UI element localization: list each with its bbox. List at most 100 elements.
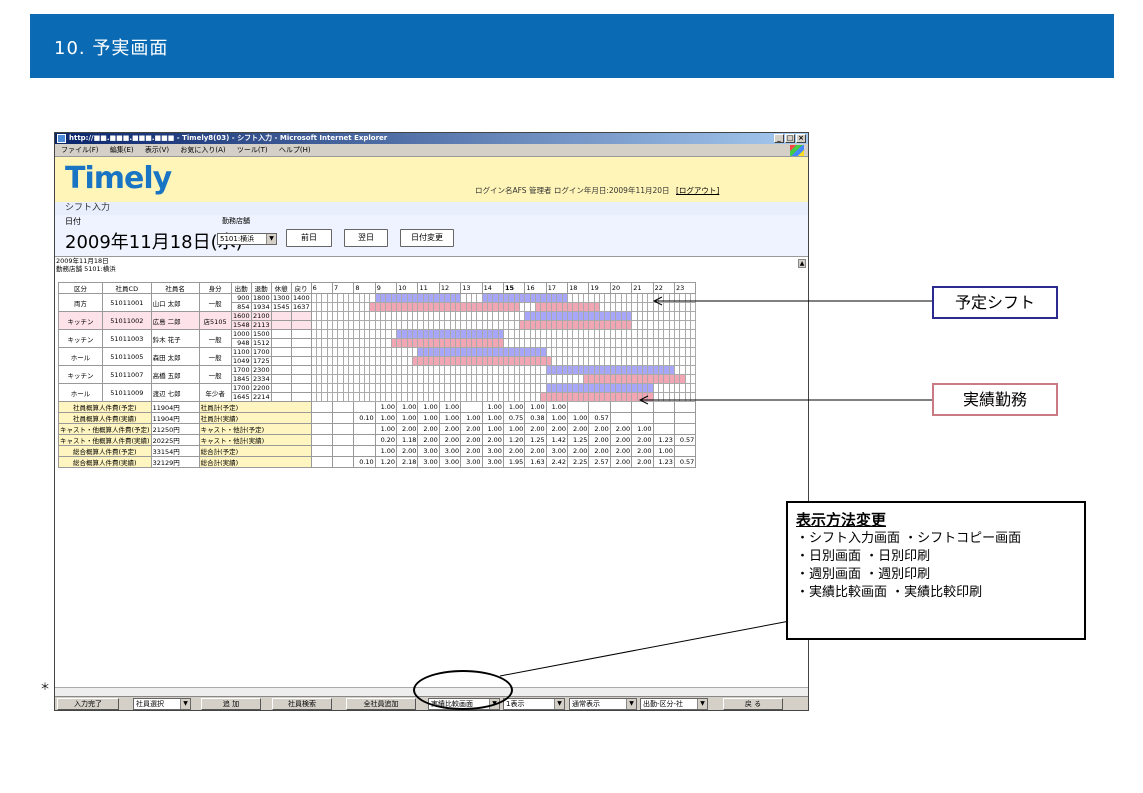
plan-shift-cell[interactable]	[689, 383, 697, 393]
table-row[interactable]: 両方 51011001 山口 太郎 一般 900 1800 1300 1400	[57, 293, 697, 312]
cell-cd: 51011001	[102, 293, 152, 312]
menu-help[interactable]: ヘルプ(H)	[279, 146, 311, 154]
time-cell[interactable]: 854	[230, 302, 252, 312]
time-cell[interactable]	[270, 338, 292, 348]
table-row[interactable]: ホール 51011005 森田 太郎 一般 1100 1700	[57, 347, 697, 366]
time-cell[interactable]	[290, 311, 312, 321]
actual-shift-cell[interactable]	[689, 320, 697, 330]
time-cell[interactable]: 1545	[270, 302, 292, 312]
time-cell[interactable]	[290, 392, 312, 402]
time-cell[interactable]: 1700	[230, 383, 252, 393]
time-cell[interactable]	[270, 383, 292, 393]
time-cell[interactable]	[290, 347, 312, 357]
actual-shift-cell[interactable]	[689, 338, 697, 348]
employee-select[interactable]: 社員選択 ▼	[133, 698, 191, 710]
time-cell[interactable]: 1400	[290, 293, 312, 303]
menu-tools[interactable]: ツール(T)	[237, 146, 268, 154]
time-cell[interactable]	[290, 374, 312, 384]
summary-row: 社員概算人件費(実績) 11904円 社員計(実績) 0.10 1.00 1.00 1.00…	[58, 412, 697, 424]
time-cell[interactable]	[270, 365, 292, 375]
time-cell[interactable]: 2300	[250, 365, 272, 375]
add-all-employees-button[interactable]: 全社員追加	[346, 698, 416, 710]
menu-view[interactable]: 表示(V)	[145, 146, 169, 154]
time-cell[interactable]: 1300	[270, 293, 292, 303]
hour-total-cell: 2.00	[631, 456, 654, 468]
time-cell[interactable]	[290, 338, 312, 348]
actual-shift-cell[interactable]	[689, 302, 697, 312]
time-cell[interactable]	[270, 374, 292, 384]
normal-display-select[interactable]: 通常表示 ▼	[569, 698, 637, 710]
time-cell[interactable]: 1100	[230, 347, 252, 357]
time-cell[interactable]: 1637	[290, 302, 312, 312]
time-cell[interactable]: 2214	[250, 392, 272, 402]
plan-shift-cell[interactable]	[689, 293, 697, 303]
plan-shift-cell[interactable]	[689, 347, 697, 357]
time-cell[interactable]: 1645	[230, 392, 252, 402]
time-cell[interactable]	[270, 356, 292, 366]
summary-value: 20225円	[150, 434, 200, 446]
scroll-up-button[interactable]: ▲	[798, 259, 806, 268]
close-button[interactable]: ×	[796, 134, 806, 143]
time-cell[interactable]: 2200	[250, 383, 272, 393]
hour-total-cell	[310, 423, 333, 435]
hour-total-cell: 1.00	[545, 401, 569, 413]
time-cell[interactable]: 1548	[230, 320, 252, 330]
time-cell[interactable]	[270, 329, 292, 339]
prev-day-button[interactable]: 前日	[286, 229, 332, 247]
minimize-button[interactable]: _	[774, 134, 784, 143]
back-button[interactable]: 戻 る	[723, 698, 783, 710]
time-cell[interactable]: 2113	[250, 320, 272, 330]
time-cell[interactable]	[270, 320, 292, 330]
employee-search-button[interactable]: 社員検索	[272, 698, 332, 710]
login-info: ログイン名AFS 管理者 ログイン年月日:2009年11月20日 [ログアウト]	[475, 185, 719, 196]
time-cell[interactable]: 1000	[230, 329, 252, 339]
time-cell[interactable]	[290, 329, 312, 339]
plan-shift-cell[interactable]	[689, 365, 697, 375]
next-day-button[interactable]: 翌日	[344, 229, 388, 247]
time-cell[interactable]: 1049	[230, 356, 252, 366]
time-cell[interactable]: 1512	[250, 338, 272, 348]
time-cell[interactable]	[290, 320, 312, 330]
table-row[interactable]: ホール 51011009 渡辺 七郎 年少者 1700 2200	[57, 383, 697, 402]
table-row[interactable]: キッチン 51011007 高橋 五郎 一般 1700 2300	[57, 365, 697, 384]
actual-shift-cell[interactable]	[689, 356, 697, 366]
time-cell[interactable]: 1500	[250, 329, 272, 339]
change-date-button[interactable]: 日付変更	[400, 229, 454, 247]
store-select[interactable]: 5101:横浜 ▼	[217, 233, 277, 245]
time-cell[interactable]	[290, 365, 312, 375]
time-cell[interactable]: 1700	[250, 347, 272, 357]
table-row[interactable]: キッチン 51011002 広島 二郎 店5105 1600 2100	[57, 311, 697, 330]
time-cell[interactable]	[290, 383, 312, 393]
time-cell[interactable]: 1725	[250, 356, 272, 366]
plan-shift-cell[interactable]	[689, 329, 697, 339]
hour-total-cell	[353, 401, 376, 413]
time-cell[interactable]: 1845	[230, 374, 252, 384]
time-cell[interactable]: 1800	[250, 293, 272, 303]
time-cell[interactable]: 900	[230, 293, 252, 303]
cell-name: 山口 太郎	[150, 293, 200, 312]
add-button[interactable]: 追 加	[201, 698, 261, 710]
actual-shift-cell[interactable]	[689, 374, 697, 384]
time-cell[interactable]: 948	[230, 338, 252, 348]
menu-file[interactable]: ファイル(F)	[61, 146, 99, 154]
plan-shift-cell[interactable]	[689, 311, 697, 321]
display-count-select[interactable]: 1表示 ▼	[503, 698, 565, 710]
time-cell[interactable]: 1700	[230, 365, 252, 375]
time-cell[interactable]	[270, 392, 292, 402]
actual-shift-cell[interactable]	[689, 392, 697, 402]
logout-link[interactable]: [ログアウト]	[676, 186, 719, 195]
time-cell[interactable]: 2334	[250, 374, 272, 384]
table-row[interactable]: キッチン 51011003 鈴木 花子 一般 1000 1500	[57, 329, 697, 348]
input-done-button[interactable]: 入力完了	[57, 698, 119, 710]
time-cell[interactable]	[270, 347, 292, 357]
hour-header: 7	[331, 282, 355, 294]
menu-edit[interactable]: 編集(E)	[110, 146, 134, 154]
time-cell[interactable]	[270, 311, 292, 321]
time-cell[interactable]	[290, 356, 312, 366]
time-cell[interactable]: 1934	[250, 302, 272, 312]
sort-select[interactable]: 出勤-区分-社 ▼	[640, 698, 708, 710]
time-cell[interactable]: 2100	[250, 311, 272, 321]
menu-favorites[interactable]: お気に入り(A)	[180, 146, 225, 154]
time-cell[interactable]: 1600	[230, 311, 252, 321]
maximize-button[interactable]: □	[785, 134, 795, 143]
